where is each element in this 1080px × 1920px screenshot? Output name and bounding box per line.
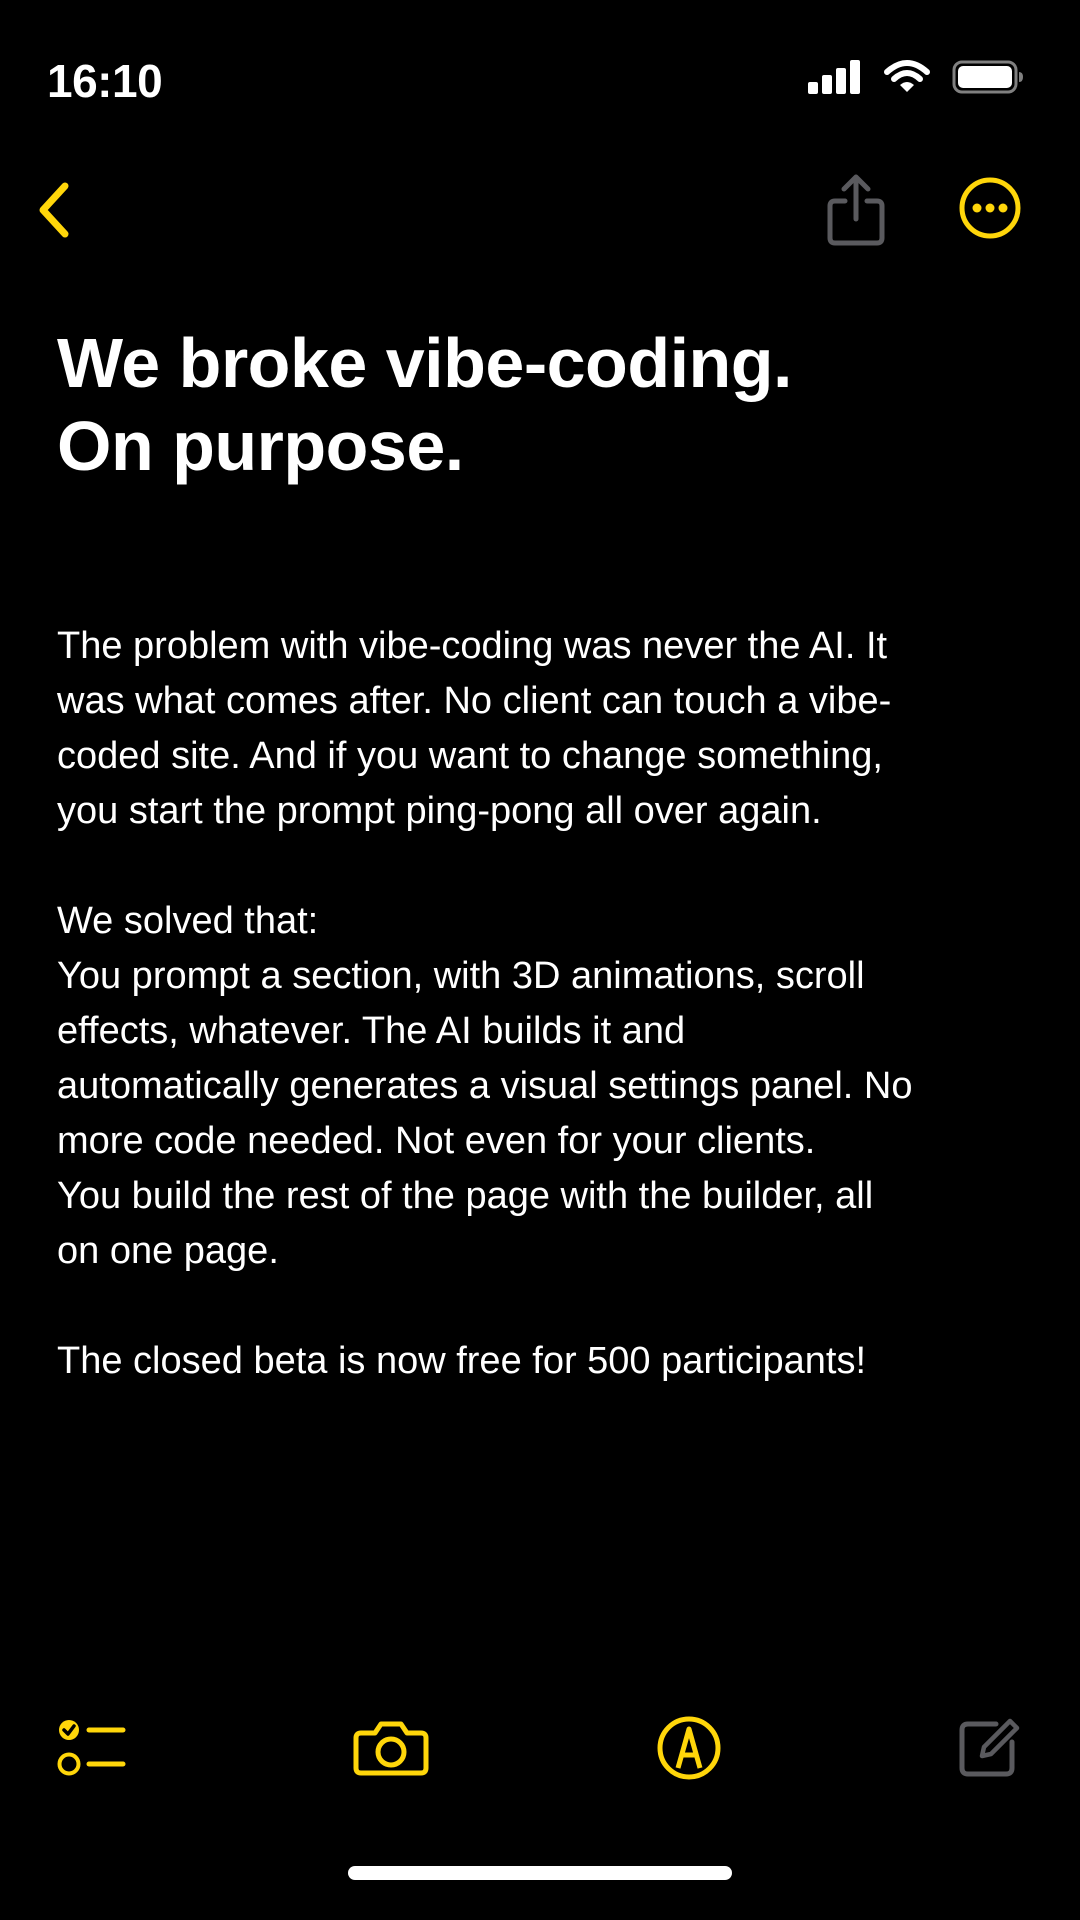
note-line: You prompt a section, with 3D animations… <box>57 955 865 997</box>
more-button[interactable] <box>952 170 1028 250</box>
compose-icon <box>956 1716 1020 1785</box>
note-line: You build the rest of the page with the … <box>57 1175 874 1217</box>
note-paragraph: We solved that: You prompt a section, wi… <box>57 894 1017 1279</box>
note-line: was what comes after. No client can touc… <box>57 680 892 722</box>
status-time: 16:10 <box>47 55 163 107</box>
note-paragraph: The problem with vibe-coding was never t… <box>57 619 1017 839</box>
note-content[interactable]: We broke vibe-coding. On purpose. The pro… <box>57 322 1017 1444</box>
note-line: automatically generates a visual setting… <box>57 1065 913 1107</box>
note-line: on one page. <box>57 1230 279 1272</box>
note-line: you start the prompt ping-pong all over … <box>57 790 822 832</box>
chevron-left-icon <box>35 180 75 245</box>
note-title-line: On purpose. <box>57 407 464 485</box>
bottom-toolbar <box>0 1710 1080 1790</box>
camera-icon <box>353 1719 429 1782</box>
checklist-button[interactable] <box>52 1710 132 1790</box>
compose-button[interactable] <box>948 1710 1028 1790</box>
share-button[interactable] <box>818 168 894 256</box>
wifi-icon <box>884 60 930 99</box>
note-paragraph: The closed beta is now free for 500 part… <box>57 1334 1017 1389</box>
note-line: The closed beta is now free for 500 part… <box>57 1340 867 1382</box>
note-body: The problem with vibe-coding was never t… <box>57 619 1017 1389</box>
nav-bar <box>0 160 1080 260</box>
markup-pen-icon <box>656 1715 722 1786</box>
back-button[interactable] <box>20 172 90 252</box>
note-line: effects, whatever. The AI builds it and <box>57 1010 686 1052</box>
share-icon <box>826 173 886 252</box>
markup-button[interactable] <box>649 1710 729 1790</box>
home-indicator[interactable] <box>348 1866 732 1880</box>
battery-icon <box>952 60 1024 99</box>
cellular-signal-icon <box>808 60 862 99</box>
checklist-icon <box>57 1718 127 1783</box>
note-title: We broke vibe-coding. On purpose. <box>57 322 1017 488</box>
note-line: The problem with vibe-coding was never t… <box>57 625 888 667</box>
note-line: more code needed. Not even for your clie… <box>57 1120 816 1162</box>
note-line: coded site. And if you want to change so… <box>57 735 883 777</box>
note-title-line: We broke vibe-coding. <box>57 324 793 402</box>
ellipsis-circle-icon <box>958 176 1022 245</box>
status-bar: 16:10 <box>0 0 1080 150</box>
status-icons <box>808 60 1024 99</box>
camera-button[interactable] <box>351 1710 431 1790</box>
note-line: We solved that: <box>57 900 319 942</box>
